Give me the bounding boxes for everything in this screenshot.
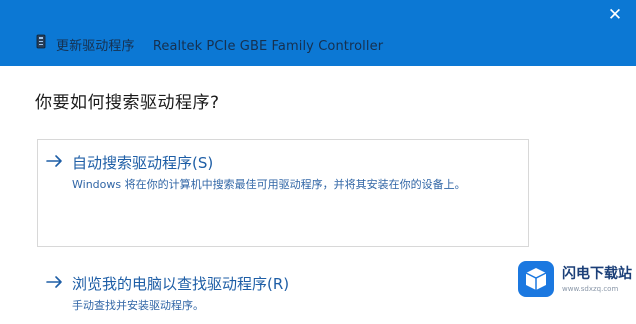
browse-computer-title[interactable]: 浏览我的电脑以查找驱动程序(R) (72, 273, 289, 294)
arrow-right-icon (46, 276, 62, 288)
close-button[interactable]: ✕ (604, 4, 626, 26)
site-watermark: 闪电下载站 www.sdxzq.com (516, 258, 634, 302)
page-question: 你要如何搜索驱动程序? (35, 93, 220, 113)
auto-search-title[interactable]: 自动搜索驱动程序(S) (72, 152, 213, 173)
auto-search-description: Windows 将在你的计算机中搜索最佳可用驱动程序，并将其安装在你的设备上。 (72, 178, 466, 191)
update-driver-window: ✕ 更新驱动程序 Realtek PCIe GBE Family Control… (0, 0, 636, 324)
page-name: 更新驱动程序 (56, 39, 135, 54)
watermark-url: www.sdxzq.com (562, 285, 619, 293)
device-name: Realtek PCIe GBE Family Controller (152, 39, 384, 54)
title-bar: ✕ 更新驱动程序 Realtek PCIe GBE Family Control… (0, 0, 636, 66)
box-logo-icon (525, 268, 547, 290)
arrow-right-icon (46, 155, 62, 167)
browse-computer-description: 手动查找并安装驱动程序。 (72, 299, 204, 312)
device-manager-icon (36, 34, 46, 49)
watermark-name: 闪电下载站 (562, 266, 632, 282)
watermark-logo (518, 261, 554, 297)
window-title: 更新驱动程序 Realtek PCIe GBE Family Controlle… (56, 35, 383, 54)
